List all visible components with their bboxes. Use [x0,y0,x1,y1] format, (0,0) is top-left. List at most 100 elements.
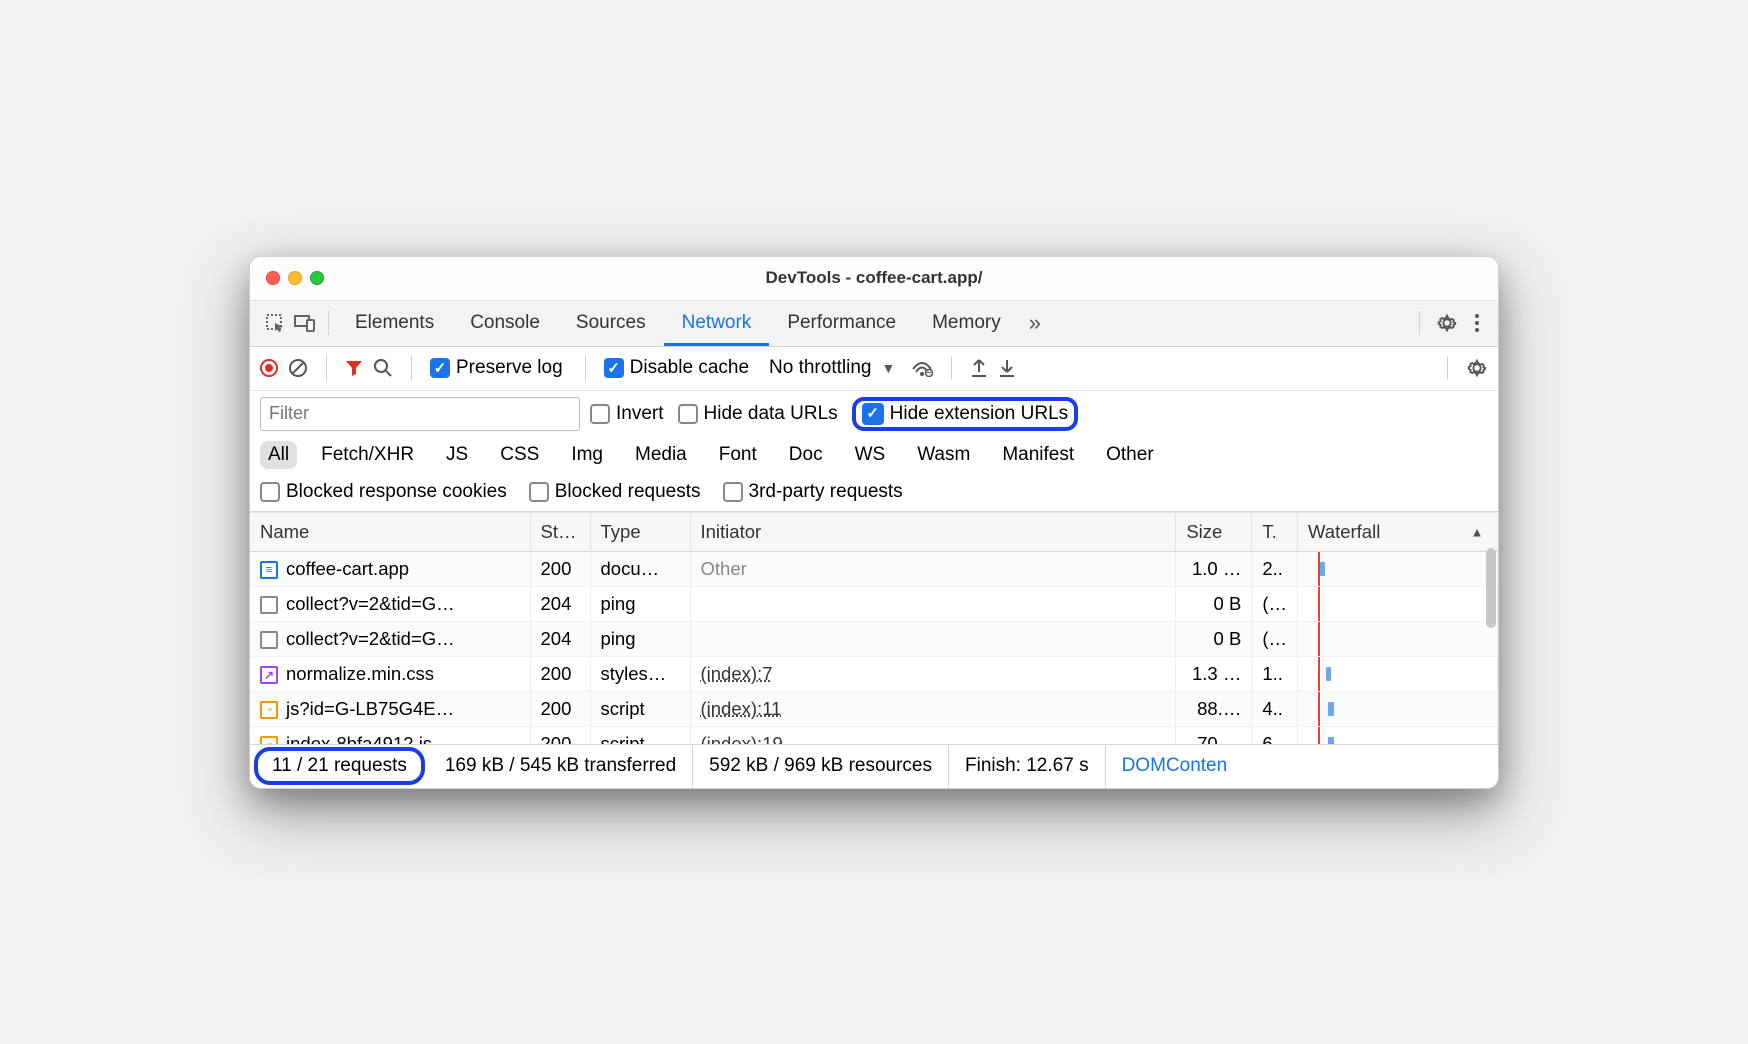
network-conditions-icon[interactable] [911,359,933,377]
separator [951,356,952,380]
chip-ws[interactable]: WS [847,441,894,469]
tab-sources[interactable]: Sources [558,300,664,346]
more-tabs-icon[interactable]: » [1019,310,1051,336]
cell-status: 204 [530,621,590,656]
blocked-cookies-label: Blocked response cookies [286,481,507,503]
col-size[interactable]: Size [1176,512,1252,551]
chip-manifest[interactable]: Manifest [994,441,1082,469]
checkbox-icon[interactable] [529,482,549,502]
hide-extension-urls-label: Hide extension URLs [890,403,1068,425]
separator [1419,311,1420,335]
invert-label: Invert [616,403,664,425]
chip-all[interactable]: All [260,441,297,469]
col-time[interactable]: T. [1252,512,1298,551]
table-row[interactable]: collect?v=2&tid=G… 204 ping 0 B (… [250,586,1498,621]
chip-fetch-xhr[interactable]: Fetch/XHR [313,441,422,469]
table-row[interactable]: coffee-cart.app 200 docu… Other 1.0 … 2.… [250,551,1498,586]
checkbox-icon[interactable] [590,404,610,424]
clear-icon[interactable] [288,358,308,378]
scrollbar[interactable] [1486,548,1496,628]
invert-checkbox[interactable]: Invert [590,403,664,425]
chip-js[interactable]: JS [438,441,476,469]
minimize-icon[interactable] [288,271,302,285]
close-icon[interactable] [266,271,280,285]
blocked-requests-label: Blocked requests [555,481,701,503]
separator [585,356,586,380]
table-row[interactable]: index-8bfa4912.js 200 script (index):19 … [250,726,1498,744]
checkbox-icon[interactable] [678,404,698,424]
cell-time: (… [1252,586,1298,621]
blocked-cookies-checkbox[interactable]: Blocked response cookies [260,481,507,503]
cell-initiator: (index):7 [690,656,1176,691]
tab-memory[interactable]: Memory [914,300,1019,346]
checkbox-checked-icon[interactable] [430,358,450,378]
tab-console[interactable]: Console [452,300,558,346]
timeline-marker [1318,622,1320,656]
col-name[interactable]: Name [250,512,530,551]
separator [411,356,412,380]
col-status[interactable]: St… [530,512,590,551]
hide-data-urls-label: Hide data URLs [704,403,838,425]
chip-css[interactable]: CSS [492,441,547,469]
throttling-select[interactable]: No throttling ▼ [763,357,901,379]
cell-waterfall [1298,726,1498,744]
disable-cache-checkbox[interactable]: Disable cache [604,357,749,379]
hide-extension-urls-checkbox[interactable]: Hide extension URLs [862,403,1068,425]
filter-icon[interactable] [345,359,363,377]
record-button[interactable] [260,359,278,377]
col-type[interactable]: Type [590,512,690,551]
zoom-icon[interactable] [310,271,324,285]
table-row[interactable]: collect?v=2&tid=G… 204 ping 0 B (… [250,621,1498,656]
table-row[interactable]: js?id=G-LB75G4E… 200 script (index):11 8… [250,691,1498,726]
checkbox-checked-icon[interactable] [862,403,884,425]
status-domcontent[interactable]: DOMConten [1106,745,1244,788]
cell-status: 200 [530,656,590,691]
panel-tabs: Elements Console Sources Network Perform… [337,300,1019,346]
hide-data-urls-checkbox[interactable]: Hide data URLs [678,403,838,425]
chip-font[interactable]: Font [711,441,765,469]
tab-performance[interactable]: Performance [769,300,914,346]
filter-input[interactable] [260,397,580,431]
tab-network[interactable]: Network [664,300,770,346]
checkbox-icon[interactable] [723,482,743,502]
initiator-link[interactable]: (index):11 [701,698,782,719]
timeline-marker [1318,727,1320,744]
chip-doc[interactable]: Doc [781,441,831,469]
table-row[interactable]: normalize.min.css 200 styles… (index):7 … [250,656,1498,691]
network-settings-icon[interactable] [1466,357,1488,379]
chip-media[interactable]: Media [627,441,695,469]
tab-elements[interactable]: Elements [337,300,452,346]
chip-img[interactable]: Img [563,441,611,469]
waterfall-bar [1328,737,1334,744]
blocked-requests-checkbox[interactable]: Blocked requests [529,481,701,503]
initiator-link[interactable]: (index):7 [701,663,773,684]
upload-har-icon[interactable] [970,358,988,378]
cell-name: collect?v=2&tid=G… [250,621,530,656]
third-party-checkbox[interactable]: 3rd-party requests [723,481,903,503]
separator [326,356,327,380]
waterfall-bar [1326,667,1331,681]
settings-icon[interactable] [1428,312,1466,334]
resource-type-chips: All Fetch/XHR JS CSS Img Media Font Doc … [250,437,1498,477]
col-initiator[interactable]: Initiator [690,512,1176,551]
device-toggle-icon[interactable] [290,308,320,338]
search-icon[interactable] [373,358,393,378]
checkbox-checked-icon[interactable] [604,358,624,378]
disable-cache-label: Disable cache [630,357,749,379]
cell-waterfall [1298,586,1498,621]
col-waterfall[interactable]: Waterfall▲ [1298,512,1498,551]
chip-wasm[interactable]: Wasm [909,441,978,469]
initiator-link[interactable]: (index):19 [701,733,783,744]
checkbox-icon[interactable] [260,482,280,502]
ping-file-icon [260,596,278,614]
chip-other[interactable]: Other [1098,441,1162,469]
preserve-log-checkbox[interactable]: Preserve log [430,357,563,379]
waterfall-bar [1328,702,1334,716]
more-filters-row: Blocked response cookies Blocked request… [250,477,1498,512]
cell-initiator [690,621,1176,656]
inspect-icon[interactable] [260,308,290,338]
cell-type: ping [590,621,690,656]
cell-status: 204 [530,586,590,621]
more-menu-icon[interactable] [1466,312,1488,334]
download-har-icon[interactable] [998,358,1016,378]
